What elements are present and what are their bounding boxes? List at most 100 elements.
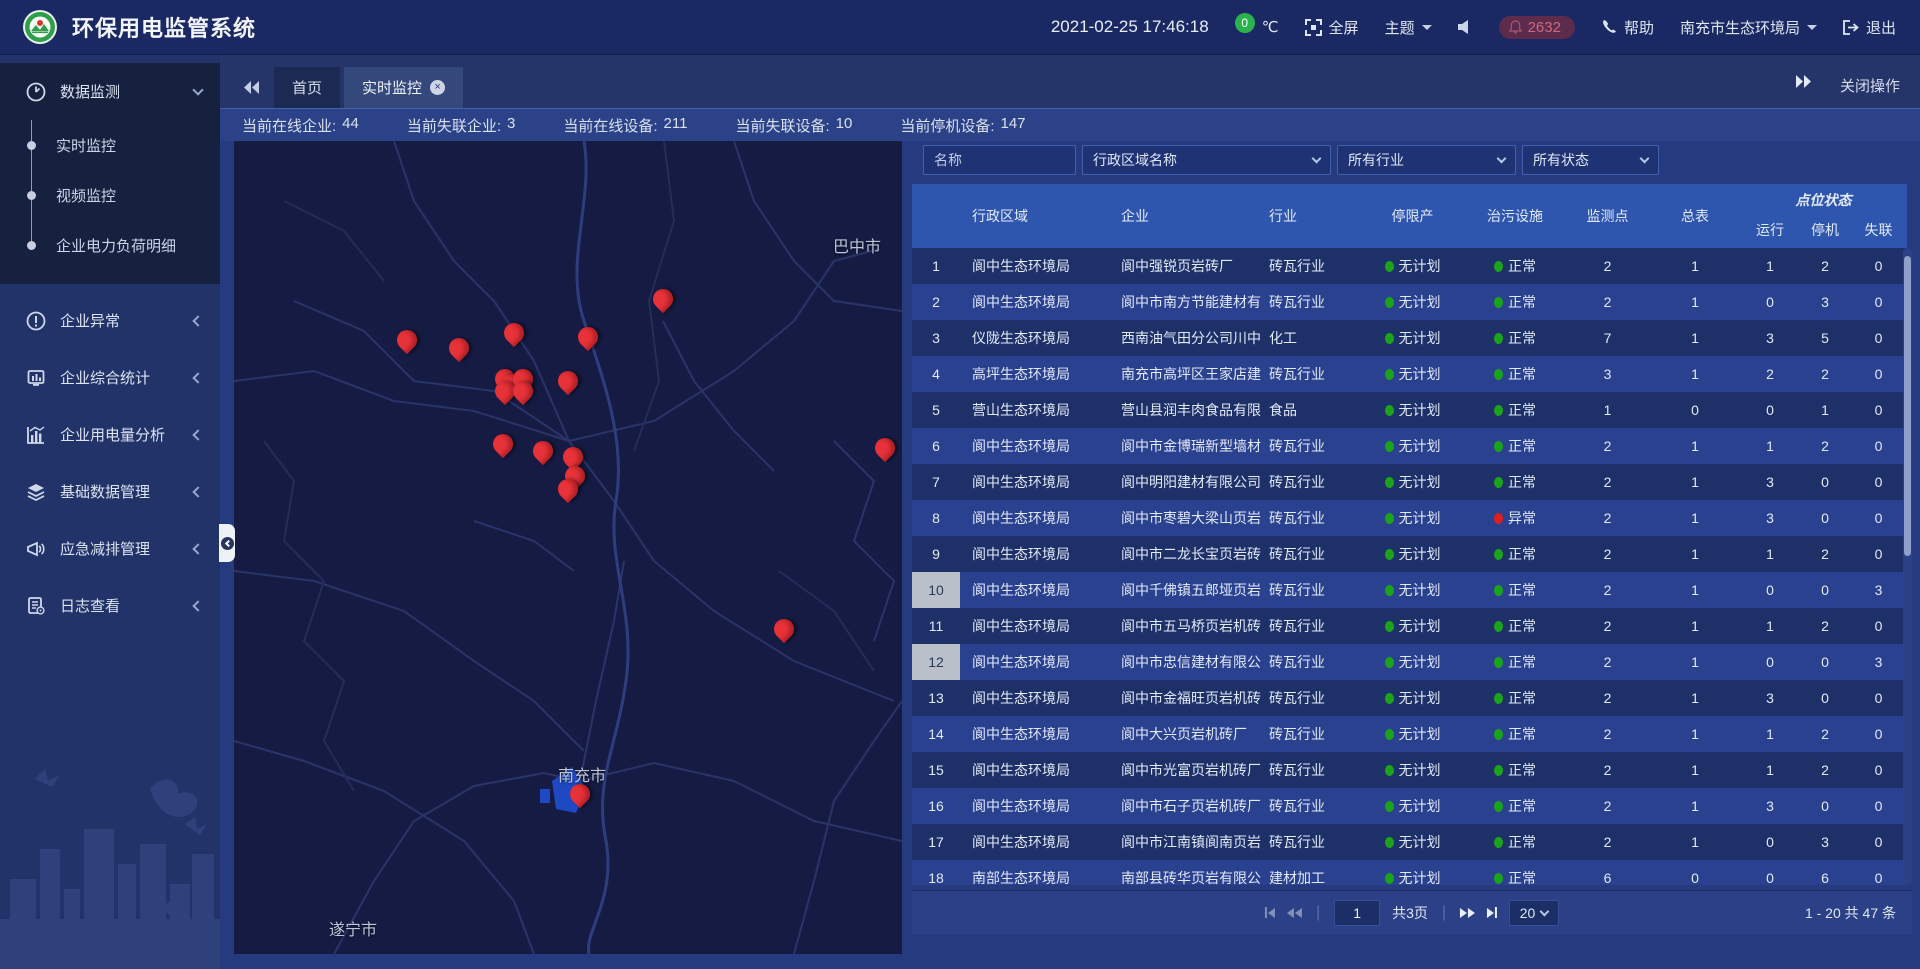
table-row[interactable]: 1阆中生态环境局阆中强锐页岩砖厂砖瓦行业无计划正常21120 xyxy=(912,248,1907,284)
cell-lost: 0 xyxy=(1850,356,1907,392)
industry-filter-select[interactable]: 所有行业 xyxy=(1337,145,1516,175)
sidebar-item-power-load-detail[interactable]: 企业电力负荷明细 xyxy=(0,220,220,270)
cell-stop: 0 xyxy=(1800,464,1850,500)
status-dot-icon xyxy=(1494,297,1503,308)
cell-stop: 2 xyxy=(1800,752,1850,788)
table-row[interactable]: 11阆中生态环境局阆中市五马桥页岩机砖砖瓦行业无计划正常21120 xyxy=(912,608,1907,644)
fullscreen-button[interactable]: 全屏 xyxy=(1305,17,1359,38)
cell-monitor: 2 xyxy=(1565,608,1650,644)
cell-stop: 0 xyxy=(1800,572,1850,608)
table-row[interactable]: 9阆中生态环境局阆中市二龙长宝页岩砖砖瓦行业无计划正常21120 xyxy=(912,536,1907,572)
table-row[interactable]: 3仪陇生态环境局西南油气田分公司川中化工无计划正常71350 xyxy=(912,320,1907,356)
theme-menu[interactable]: 主题 xyxy=(1385,17,1432,38)
close-operations-button[interactable]: 关闭操作 xyxy=(1822,75,1906,108)
table-row[interactable]: 15阆中生态环境局阆中市光富页岩机砖厂砖瓦行业无计划正常21120 xyxy=(912,752,1907,788)
sidebar-collapse-button[interactable] xyxy=(219,524,235,562)
volume-button[interactable] xyxy=(1458,20,1473,34)
tab-home[interactable]: 首页 xyxy=(274,67,340,108)
table-row[interactable]: 16阆中生态环境局阆中市石子页岩机砖厂砖瓦行业无计划正常21300 xyxy=(912,788,1907,824)
cell-index: 2 xyxy=(912,284,960,320)
table-header: 行政区域 企业 行业 停限产 治污设施 监测点 总表 点位状态 运行 停机 失联 xyxy=(912,184,1907,248)
sidebar-item-power-usage-analysis[interactable]: 企业用电量分析 xyxy=(0,406,220,463)
sidebar-item-realtime-monitoring[interactable]: 实时监控 xyxy=(0,120,220,170)
column-running: 运行 xyxy=(1740,211,1800,248)
status-filter-value: 所有状态 xyxy=(1533,150,1589,170)
log-document-icon xyxy=(26,596,46,616)
close-icon[interactable]: × xyxy=(430,80,445,95)
table-row[interactable]: 17阆中生态环境局阆中市江南镇阆南页岩砖瓦行业无计划正常21030 xyxy=(912,824,1907,860)
table-row[interactable]: 7阆中生态环境局阆中明阳建材有限公司砖瓦行业无计划正常21300 xyxy=(912,464,1907,500)
previous-page-button[interactable] xyxy=(1287,908,1302,918)
table-row[interactable]: 18南部生态环境局南部县砖华页岩有限公建材加工无计划正常60060 xyxy=(912,860,1907,885)
sidebar-item-emergency-reduction[interactable]: 应急减排管理 xyxy=(0,520,220,577)
table-row[interactable]: 14阆中生态环境局阆中大兴页岩机砖厂砖瓦行业无计划正常21120 xyxy=(912,716,1907,752)
sidebar-item-video-monitoring[interactable]: 视频监控 xyxy=(0,170,220,220)
table-scrollbar[interactable] xyxy=(1903,248,1912,885)
sidebar-item-enterprise-anomaly[interactable]: 企业异常 xyxy=(0,292,220,349)
cell-monitor: 2 xyxy=(1565,500,1650,536)
cell-enterprise: 南充市高坪区王家店建 xyxy=(1115,356,1265,392)
cell-region: 阆中生态环境局 xyxy=(960,716,1115,752)
scrollbar-thumb[interactable] xyxy=(1904,256,1911,556)
name-filter-input[interactable] xyxy=(923,145,1076,175)
table-row[interactable]: 4高坪生态环境局南充市高坪区王家店建砖瓦行业无计划正常31220 xyxy=(912,356,1907,392)
cell-meter: 1 xyxy=(1650,608,1740,644)
cell-index: 12 xyxy=(912,644,960,680)
cell-index: 15 xyxy=(912,752,960,788)
cell-industry: 砖瓦行业 xyxy=(1265,356,1360,392)
table-row[interactable]: 2阆中生态环境局阆中市南方节能建材有砖瓦行业无计划正常21030 xyxy=(912,284,1907,320)
cell-run: 0 xyxy=(1740,824,1800,860)
cell-lost: 0 xyxy=(1850,752,1907,788)
table-row[interactable]: 12阆中生态环境局阆中市忠信建材有限公砖瓦行业无计划正常21003 xyxy=(912,644,1907,680)
sidebar-item-data-monitoring[interactable]: 数据监测 xyxy=(0,63,220,120)
org-menu[interactable]: 南充市生态环境局 xyxy=(1680,17,1817,38)
cell-production: 无计划 xyxy=(1360,788,1465,824)
status-dot-icon xyxy=(1494,261,1503,272)
cell-industry: 砖瓦行业 xyxy=(1265,644,1360,680)
cell-industry: 砖瓦行业 xyxy=(1265,608,1360,644)
chevron-left-icon xyxy=(192,372,203,383)
region-filter-select[interactable]: 行政区域名称 xyxy=(1082,145,1331,175)
help-button[interactable]: 帮助 xyxy=(1601,17,1654,38)
cell-monitor: 2 xyxy=(1565,824,1650,860)
cell-index: 7 xyxy=(912,464,960,500)
stat-online-enterprises: 当前在线企业:44 xyxy=(242,115,359,136)
cell-lost: 0 xyxy=(1850,788,1907,824)
stat-value: 3 xyxy=(507,115,515,136)
notification-badge[interactable]: 2632 xyxy=(1499,16,1575,39)
cell-industry: 砖瓦行业 xyxy=(1265,248,1360,284)
stat-value: 211 xyxy=(664,115,688,136)
table-row[interactable]: 5营山生态环境局营山县润丰肉食品有限食品无计划正常10010 xyxy=(912,392,1907,428)
cell-stop: 5 xyxy=(1800,320,1850,356)
cell-treatment: 正常 xyxy=(1465,428,1565,464)
page-size-select[interactable]: 20 xyxy=(1509,900,1559,926)
tabs-scroll-right-button[interactable] xyxy=(1786,67,1822,108)
cell-production: 无计划 xyxy=(1360,680,1465,716)
cell-index: 9 xyxy=(912,536,960,572)
table-row[interactable]: 10阆中生态环境局阆中千佛镇五郎垭页岩砖瓦行业无计划正常21003 xyxy=(912,572,1907,608)
map-canvas[interactable]: 巴中市南充市遂宁市 xyxy=(234,141,902,954)
page-number-input[interactable] xyxy=(1334,900,1380,926)
status-dot-icon xyxy=(1494,657,1503,668)
stats-bar: 当前在线企业:44 当前失联企业:3 当前在线设备:211 当前失联设备:10 … xyxy=(220,108,1920,141)
column-stopped: 停机 xyxy=(1800,211,1850,248)
status-dot-icon xyxy=(1385,297,1394,308)
sidebar-item-base-data-management[interactable]: 基础数据管理 xyxy=(0,463,220,520)
cell-meter: 1 xyxy=(1650,824,1740,860)
status-dot-icon xyxy=(1385,729,1394,740)
status-dot-icon xyxy=(1385,549,1394,560)
sidebar-item-enterprise-statistics[interactable]: 企业综合统计 xyxy=(0,349,220,406)
table-row[interactable]: 13阆中生态环境局阆中市金福旺页岩机砖砖瓦行业无计划正常21300 xyxy=(912,680,1907,716)
status-dot-icon xyxy=(1494,621,1503,632)
tab-realtime-monitoring[interactable]: 实时监控 × xyxy=(344,67,463,108)
logout-button[interactable]: 退出 xyxy=(1843,17,1896,38)
sidebar-item-log-view[interactable]: 日志查看 xyxy=(0,577,220,634)
table-row[interactable]: 6阆中生态环境局阆中市金博瑞新型墙材砖瓦行业无计划正常21120 xyxy=(912,428,1907,464)
column-offline: 失联 xyxy=(1850,211,1907,248)
status-filter-select[interactable]: 所有状态 xyxy=(1522,145,1659,175)
next-page-button[interactable] xyxy=(1460,908,1475,918)
last-page-button[interactable] xyxy=(1487,907,1497,918)
tabs-scroll-left-button[interactable] xyxy=(234,67,270,108)
first-page-button[interactable] xyxy=(1265,907,1275,918)
table-row[interactable]: 8阆中生态环境局阆中市枣碧大梁山页岩砖瓦行业无计划异常21300 xyxy=(912,500,1907,536)
